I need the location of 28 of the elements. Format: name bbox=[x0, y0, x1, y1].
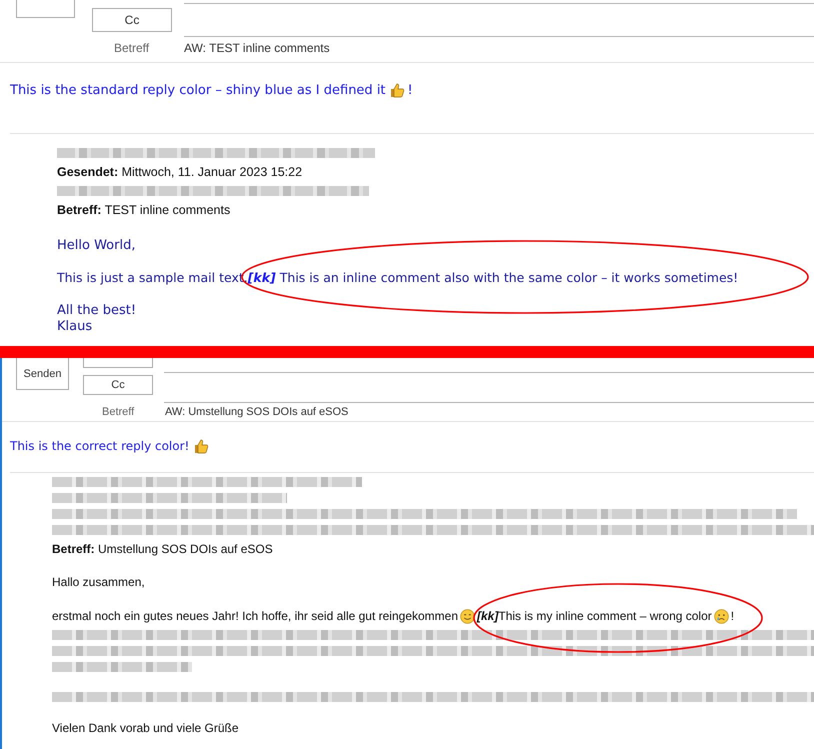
quoted-subject-line: Betreff: TEST inline comments bbox=[57, 202, 232, 219]
body-text: erstmal noch ein gutes neues Jahr! Ich hoffe, ihr seid alle gut reingekommen bbox=[52, 608, 458, 624]
reply-text-end: ! bbox=[408, 82, 413, 98]
subject-field[interactable]: AW: TEST inline comments bbox=[184, 41, 330, 55]
quoted-sent-line: Gesendet: Mittwoch, 11. Januar 2023 15:22 bbox=[57, 164, 304, 181]
to-field[interactable] bbox=[184, 0, 814, 4]
signature-text: Klaus bbox=[57, 319, 94, 334]
subject-label: Betreff bbox=[113, 41, 150, 55]
send-button[interactable] bbox=[16, 0, 75, 18]
cc-button[interactable]: Cc bbox=[83, 375, 153, 395]
sad-face-icon bbox=[714, 608, 729, 624]
greeting-text: Hello World, bbox=[57, 238, 136, 253]
closing-text: All the best! bbox=[57, 303, 138, 318]
inline-comment: [kk]This is my inline comment – wrong color bbox=[477, 608, 712, 624]
greeting-text: Hallo zusammen, bbox=[52, 574, 146, 590]
closing-text: Vielen Dank vorab und viele Grüße bbox=[52, 720, 240, 736]
thumbs-up-icon bbox=[193, 438, 210, 454]
subject-field[interactable]: AW: Umstellung SOS DOIs auf eSOS bbox=[165, 406, 348, 418]
thumbs-up-icon bbox=[388, 82, 405, 98]
send-button[interactable]: Senden bbox=[16, 358, 69, 390]
reply-text: This is the correct reply color! bbox=[10, 439, 190, 453]
body-text-end: ! bbox=[730, 608, 734, 624]
quoted-subject-line: Betreff: Umstellung SOS DOIs auf eSOS bbox=[52, 541, 274, 557]
to-button[interactable] bbox=[83, 358, 153, 368]
subject-label: Betreff bbox=[101, 406, 136, 418]
reply-text: This is the standard reply color – shiny blue as I defined it bbox=[10, 82, 386, 98]
smiley-icon bbox=[460, 608, 476, 624]
cc-button[interactable]: Cc bbox=[92, 8, 172, 32]
